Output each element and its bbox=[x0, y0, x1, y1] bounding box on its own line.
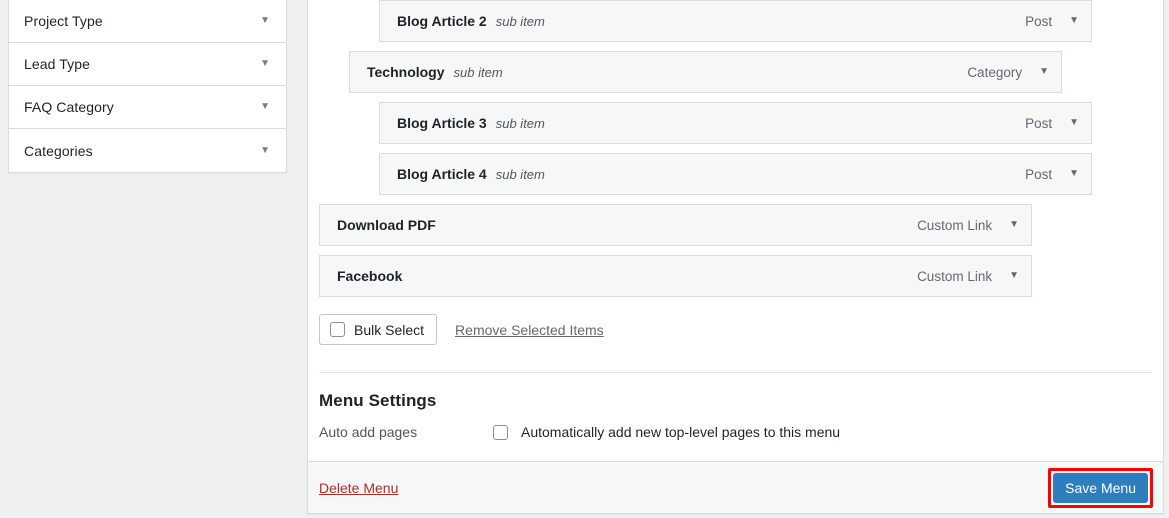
chevron-down-icon[interactable]: ▼ bbox=[1039, 67, 1049, 77]
chevron-down-icon[interactable]: ▼ bbox=[1069, 16, 1079, 26]
menu-item-sub-label: sub item bbox=[495, 14, 545, 29]
delete-menu-link[interactable]: Delete Menu bbox=[319, 480, 398, 496]
sidebar-item-label: Lead Type bbox=[24, 56, 91, 72]
menu-item-labels: Blog Article 4 sub item bbox=[397, 166, 545, 182]
menu-item-sub-label: sub item bbox=[495, 116, 545, 131]
auto-add-pages-checkbox-text: Automatically add new top-level pages to… bbox=[521, 424, 841, 440]
chevron-down-icon[interactable]: ▼ bbox=[1069, 118, 1079, 128]
menu-item-meta: Category ▼ bbox=[967, 65, 1049, 80]
sidebar-item-categories[interactable]: Categories ▼ bbox=[9, 129, 286, 172]
sidebar-item-faq-category[interactable]: FAQ Category ▼ bbox=[9, 86, 286, 129]
chevron-down-icon[interactable]: ▼ bbox=[260, 102, 270, 112]
menu-item-row[interactable]: Blog Article 2 sub item Post ▼ bbox=[379, 0, 1092, 42]
menu-item-type: Custom Link bbox=[917, 217, 993, 233]
chevron-down-icon[interactable]: ▼ bbox=[260, 59, 270, 69]
menu-editor-panel: Blog Article 2 sub item Post ▼ Technolog… bbox=[307, 0, 1164, 514]
bulk-select-checkbox[interactable] bbox=[330, 322, 345, 337]
menu-item-sub-label: sub item bbox=[495, 167, 545, 182]
auto-add-pages-checkbox[interactable] bbox=[493, 424, 508, 440]
menu-item-meta: Post ▼ bbox=[1025, 14, 1079, 29]
menu-item-labels: Blog Article 3 sub item bbox=[397, 115, 545, 131]
menu-item-type: Post bbox=[1025, 166, 1053, 182]
menu-item-type: Custom Link bbox=[917, 268, 993, 284]
menu-item-type: Post bbox=[1025, 115, 1053, 131]
menu-item-sub-label: sub item bbox=[453, 65, 503, 80]
auto-add-pages-label: Auto add pages bbox=[319, 424, 418, 440]
menu-item-title: Blog Article 4 bbox=[397, 166, 487, 182]
auto-add-pages-field[interactable]: Automatically add new top-level pages to… bbox=[493, 424, 840, 440]
sidebar-item-label: Project Type bbox=[24, 13, 103, 29]
menu-item-title: Blog Article 3 bbox=[397, 115, 487, 131]
menu-item-labels: Facebook bbox=[337, 268, 411, 284]
save-menu-button[interactable]: Save Menu bbox=[1053, 472, 1148, 503]
chevron-down-icon[interactable]: ▼ bbox=[1069, 169, 1079, 179]
bulk-actions-row: Bulk Select Remove Selected Items bbox=[308, 306, 1163, 345]
bulk-select-label: Bulk Select bbox=[354, 321, 425, 338]
bulk-select-toggle[interactable]: Bulk Select bbox=[319, 314, 438, 345]
save-menu-highlight-outline: Save Menu bbox=[1048, 467, 1153, 508]
menu-item-meta: Custom Link ▼ bbox=[917, 269, 1019, 284]
menu-items-list: Blog Article 2 sub item Post ▼ Technolog… bbox=[308, 0, 1163, 306]
chevron-down-icon[interactable]: ▼ bbox=[260, 145, 270, 156]
menu-item-row[interactable]: Technology sub item Category ▼ bbox=[349, 51, 1062, 93]
auto-add-pages-row: Auto add pages Automatically add new top… bbox=[319, 424, 1152, 440]
menu-item-row[interactable]: Facebook Custom Link ▼ bbox=[319, 255, 1032, 297]
sidebar-item-project-type[interactable]: Project Type ▼ bbox=[9, 0, 286, 43]
menu-item-title: Download PDF bbox=[337, 217, 436, 233]
menu-item-title: Technology bbox=[367, 64, 445, 80]
remove-selected-items-link[interactable]: Remove Selected Items bbox=[455, 322, 604, 338]
menu-item-type: Category bbox=[967, 64, 1023, 80]
menu-item-row[interactable]: Blog Article 4 sub item Post ▼ bbox=[379, 153, 1092, 195]
menu-item-labels: Technology sub item bbox=[367, 64, 503, 80]
menu-item-meta: Post ▼ bbox=[1025, 167, 1079, 182]
menu-item-title: Blog Article 2 bbox=[397, 13, 487, 29]
menu-settings-section: Menu Settings Auto add pages Automatical… bbox=[308, 373, 1163, 440]
menu-item-labels: Download PDF bbox=[337, 217, 445, 233]
sidebar-item-lead-type[interactable]: Lead Type ▼ bbox=[9, 43, 286, 86]
menu-item-title: Facebook bbox=[337, 268, 403, 284]
menu-item-type: Post bbox=[1025, 13, 1053, 29]
taxonomy-accordion-panel: Project Type ▼ Lead Type ▼ FAQ Category … bbox=[8, 0, 287, 173]
chevron-down-icon[interactable]: ▼ bbox=[260, 16, 270, 26]
menu-item-meta: Post ▼ bbox=[1025, 116, 1079, 131]
menu-settings-title: Menu Settings bbox=[319, 391, 437, 410]
menu-item-meta: Custom Link ▼ bbox=[917, 218, 1019, 233]
menu-editor-footer: Delete Menu Save Menu bbox=[308, 461, 1163, 513]
chevron-down-icon[interactable]: ▼ bbox=[1009, 220, 1019, 230]
menu-item-row[interactable]: Download PDF Custom Link ▼ bbox=[319, 204, 1032, 246]
chevron-down-icon[interactable]: ▼ bbox=[1009, 271, 1019, 281]
sidebar-item-label: FAQ Category bbox=[24, 99, 114, 115]
menu-item-labels: Blog Article 2 sub item bbox=[397, 13, 545, 29]
menu-item-row[interactable]: Blog Article 3 sub item Post ▼ bbox=[379, 102, 1092, 144]
sidebar-item-label: Categories bbox=[24, 142, 93, 159]
